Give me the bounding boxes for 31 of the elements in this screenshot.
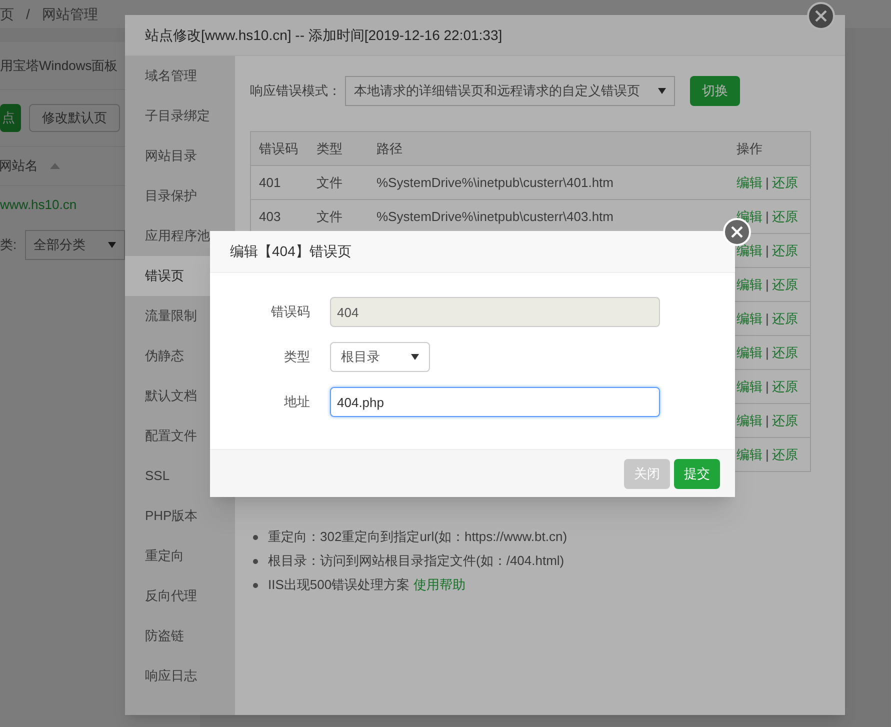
link-separator: | [766, 310, 769, 326]
table-cell: 文件 [316, 174, 342, 190]
table-cell: %SystemDrive%\inetpub\custerr\401.htm [376, 174, 614, 190]
column-header: 错误码 [250, 132, 308, 166]
breadcrumb-separator: / [26, 4, 30, 24]
table-cell: 文件 [316, 208, 342, 224]
link-separator: | [766, 276, 769, 292]
breadcrumb-current: 网站管理 [42, 4, 98, 24]
notice-text: 用宝塔Windows面板 [0, 56, 118, 75]
link-separator: | [766, 174, 769, 190]
link-separator: | [766, 344, 769, 360]
field-label: 错误码 [270, 303, 310, 322]
field-label: 地址 [283, 393, 310, 412]
modal-title: 站点修改[www.hs10.cn] -- 添加时间[2019-12-16 22:01:33] [145, 26, 502, 45]
field-label: 类型 [283, 348, 310, 366]
column-header: 类型 [308, 132, 368, 166]
table-cell: %SystemDrive%\inetpub\custerr\403.htm [376, 208, 614, 224]
filter-label: 类: [0, 236, 17, 254]
link-separator: | [766, 208, 769, 224]
table-cell: 403 [259, 208, 281, 224]
note-text: IIS出现500错误处理方案 [268, 576, 410, 594]
link-separator: | [766, 412, 769, 428]
table-cell: 401 [259, 174, 281, 190]
column-header: 操作 [728, 132, 810, 166]
link-separator: | [766, 446, 769, 462]
link-separator: | [766, 242, 769, 258]
mode-label: 响应错误模式： [250, 82, 341, 100]
note-text: 重定向：302重定向到指定url(如：https://www.bt.cn) [268, 528, 568, 546]
column-header: 路径 [368, 132, 728, 166]
link-separator: | [766, 378, 769, 394]
note-text: 根目录：访问到网站根目录指定文件(如：/404.html) [268, 552, 564, 570]
